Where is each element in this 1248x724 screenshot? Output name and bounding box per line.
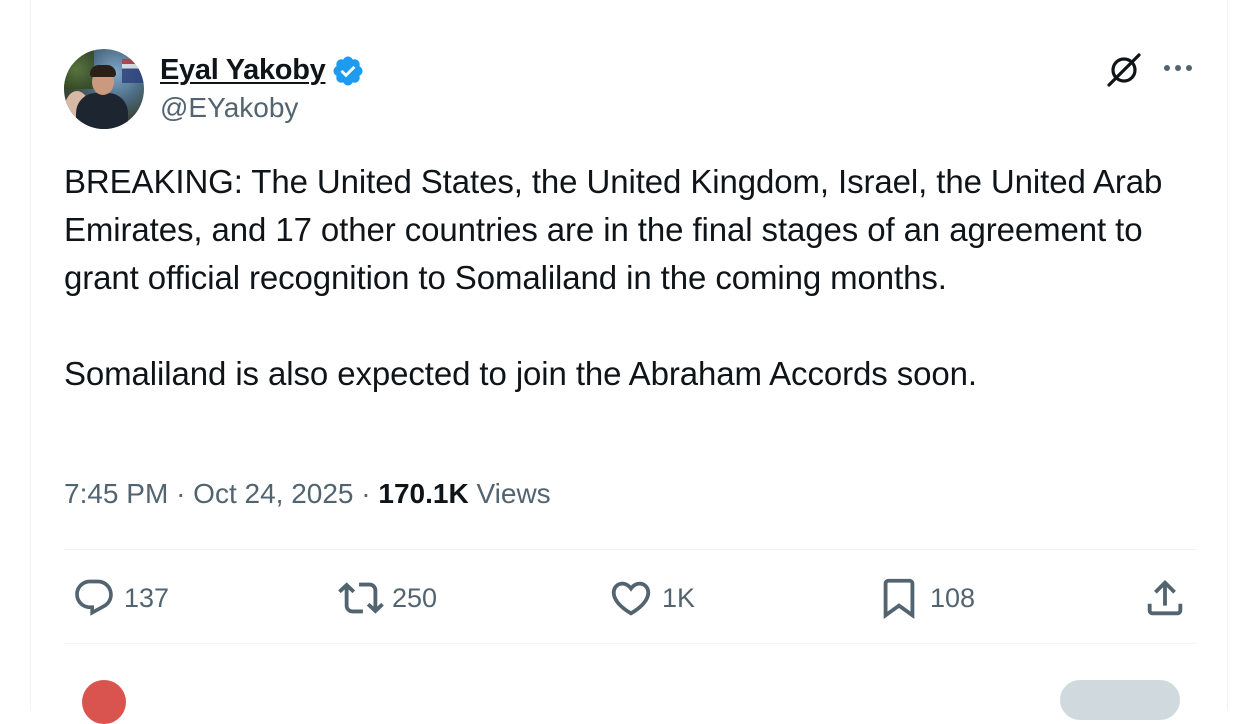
more-options-button[interactable] (1158, 50, 1198, 86)
tweet-time[interactable]: 7:45 PM (64, 478, 168, 509)
author-avatar[interactable] (64, 49, 144, 129)
reply-count: 137 (124, 582, 170, 613)
tweet-date[interactable]: Oct 24, 2025 (193, 478, 353, 509)
reply-button[interactable]: 137 (72, 570, 169, 626)
reply-composer-avatar[interactable] (82, 680, 126, 724)
action-bar: 137 250 1K 108 (64, 570, 1196, 626)
verified-badge-icon[interactable] (331, 54, 365, 88)
grok-button[interactable] (1104, 50, 1144, 90)
share-button[interactable] (1142, 570, 1188, 626)
bookmark-count: 108 (930, 582, 976, 613)
repost-button[interactable]: 250 (338, 570, 437, 626)
bookmark-icon (883, 578, 915, 619)
more-icon (1164, 65, 1192, 71)
tweet-meta: 7:45 PM · Oct 24, 2025 · 170.1K Views (64, 478, 551, 510)
like-button[interactable]: 1K (608, 570, 695, 626)
author-display-name[interactable]: Eyal Yakoby (160, 54, 326, 87)
tweet-text: BREAKING: The United States, the United … (64, 163, 1163, 392)
reply-button-partial[interactable] (1060, 680, 1180, 720)
meta-separator: · (361, 478, 371, 509)
reply-icon (75, 579, 113, 616)
repost-icon (338, 582, 384, 614)
author-handle[interactable]: @EYakoby (160, 92, 298, 124)
repost-count: 250 (392, 582, 438, 613)
author-name-row: Eyal Yakoby (160, 52, 365, 88)
bookmark-button[interactable]: 108 (876, 570, 975, 626)
grok-icon (1107, 53, 1141, 87)
meta-separator: · (176, 478, 186, 509)
like-count: 1K (662, 582, 696, 613)
heart-icon (611, 581, 651, 616)
divider (64, 549, 1196, 550)
views-count[interactable]: 170.1K (378, 478, 468, 509)
share-icon (1147, 579, 1183, 616)
views-label: Views (476, 478, 551, 509)
divider (64, 643, 1196, 644)
